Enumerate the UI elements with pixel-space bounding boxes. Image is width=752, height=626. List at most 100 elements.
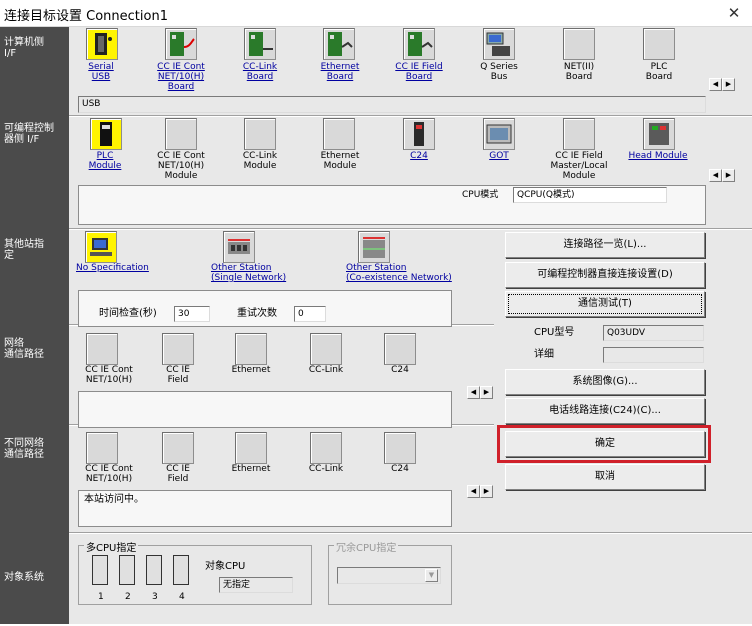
network-route-ethernet-icon[interactable]	[235, 333, 267, 365]
no-specification-icon[interactable]	[85, 231, 117, 263]
diff-route-c24-icon[interactable]	[384, 432, 416, 464]
network-route-scroll-right-button[interactable]: ▶	[480, 386, 493, 399]
plc-if-scroll-left-button[interactable]: ◀	[709, 169, 722, 182]
plc-if-label[interactable]: GOT	[470, 151, 528, 161]
sidebar-label-target-system: 对象系统	[4, 572, 44, 583]
cc-ie-cont-module-icon[interactable]	[165, 118, 197, 150]
pc-if-label[interactable]: PLC Board	[630, 62, 688, 82]
plc-if-label[interactable]: CC IE Field Master/Local Module	[541, 151, 617, 181]
cpu-slot-4-icon[interactable]	[173, 555, 189, 585]
ethernet-module-icon[interactable]	[323, 118, 355, 150]
pc-if-label[interactable]: NET(II) Board	[550, 62, 608, 82]
pc-if-label[interactable]: CC IE Cont NET/10(H) Board	[148, 62, 214, 92]
cc-ie-field-master-icon[interactable]	[563, 118, 595, 150]
net-ii-board-icon[interactable]	[563, 28, 595, 60]
network-route-c24-icon[interactable]	[384, 333, 416, 365]
other-station-label[interactable]: Other Station (Co-existence Network)	[346, 263, 478, 283]
system-image-button[interactable]: 系统图像(G)...	[505, 369, 705, 395]
diff-route-label[interactable]: Ethernet	[222, 464, 280, 474]
comm-test-button[interactable]: 通信测试(T)	[505, 291, 705, 317]
pc-if-detail-field: USB	[78, 96, 706, 113]
close-button[interactable]: ✕	[722, 3, 746, 23]
plc-if-label[interactable]: Ethernet Module	[310, 151, 370, 171]
cc-ie-field-board-icon[interactable]	[403, 28, 435, 60]
network-route-label[interactable]: CC-Link	[297, 365, 355, 375]
diff-route-cc-link-icon[interactable]	[310, 432, 342, 464]
diff-route-cc-ie-cont-icon[interactable]	[86, 432, 118, 464]
divider	[69, 115, 752, 117]
title-bar: 连接目标设置 Connection1 ✕	[0, 0, 752, 27]
cpu-slot-label: 4	[179, 592, 185, 602]
pc-if-label[interactable]: Serial USB	[78, 62, 124, 82]
diff-route-scroll-left-button[interactable]: ◀	[467, 485, 480, 498]
network-route-cc-ie-field-icon[interactable]	[162, 333, 194, 365]
target-cpu-field: 无指定	[219, 577, 293, 593]
diff-route-status-text: 本站访问中。	[84, 494, 144, 505]
target-cpu-label: 对象CPU	[205, 561, 246, 572]
other-station-label[interactable]: No Specification	[76, 263, 174, 273]
diff-route-label[interactable]: CC-Link	[297, 464, 355, 474]
cpu-slot-1-icon[interactable]	[92, 555, 108, 585]
pc-if-scroll-left-button[interactable]: ◀	[709, 78, 722, 91]
network-route-cc-ie-cont-icon[interactable]	[86, 333, 118, 365]
pc-if-label[interactable]: Ethernet Board	[310, 62, 370, 82]
other-station-single-icon[interactable]	[223, 231, 255, 263]
route-list-button[interactable]: 连接路径一览(L)...	[505, 232, 705, 258]
other-station-label[interactable]: Other Station (Single Network)	[211, 263, 307, 283]
sidebar-label-network-route: 网络 通信路径	[4, 338, 44, 360]
c24-icon[interactable]	[403, 118, 435, 150]
ok-button-highlight	[497, 425, 711, 463]
sidebar-label-diff-network-route: 不同网络 通信路径	[4, 438, 44, 460]
diff-route-label[interactable]: C24	[371, 464, 429, 474]
time-check-label: 时间检查(秒)	[99, 308, 157, 319]
got-icon[interactable]	[483, 118, 515, 150]
time-check-input[interactable]: 30	[174, 306, 210, 322]
sidebar-label-other-station: 其他站指 定	[4, 239, 44, 261]
q-series-bus-icon[interactable]	[483, 28, 515, 60]
diff-route-cc-ie-field-icon[interactable]	[162, 432, 194, 464]
ethernet-board-icon[interactable]	[323, 28, 355, 60]
plc-if-label[interactable]: CC-Link Module	[230, 151, 290, 171]
plc-module-icon[interactable]	[90, 118, 122, 150]
network-route-label[interactable]: CC IE Cont NET/10(H)	[76, 365, 142, 385]
network-route-detail-box	[78, 391, 452, 428]
plc-board-icon[interactable]	[643, 28, 675, 60]
network-route-scroll-left-button[interactable]: ◀	[467, 386, 480, 399]
cc-link-module-icon[interactable]	[244, 118, 276, 150]
pc-if-label[interactable]: CC-Link Board	[230, 62, 290, 82]
plc-if-scroll-right-button[interactable]: ▶	[722, 169, 735, 182]
cpu-slot-2-icon[interactable]	[119, 555, 135, 585]
pc-if-label[interactable]: Q Series Bus	[470, 62, 528, 82]
multi-cpu-group	[78, 545, 312, 605]
cpu-model-field: Q03UDV	[603, 325, 704, 341]
phone-line-button[interactable]: 电话线路连接(C24)(C)...	[505, 398, 705, 424]
direct-connect-button[interactable]: 可编程控制器直接连接设置(D)	[505, 262, 705, 288]
diff-route-label[interactable]: CC IE Field	[150, 464, 206, 484]
sidebar: 计算机侧 I/F 可编程控制 器侧 I/F 其他站指 定 网络 通信路径 不同网…	[0, 27, 69, 624]
network-route-label[interactable]: Ethernet	[222, 365, 280, 375]
redundant-cpu-group-label: 冗余CPU指定	[334, 539, 399, 554]
serial-usb-icon[interactable]	[86, 28, 118, 60]
network-route-cc-link-icon[interactable]	[310, 333, 342, 365]
network-route-label[interactable]: C24	[371, 365, 429, 375]
retry-count-input[interactable]: 0	[294, 306, 326, 322]
head-module-icon[interactable]	[643, 118, 675, 150]
diff-route-scroll-right-button[interactable]: ▶	[480, 485, 493, 498]
plc-if-label[interactable]: Head Module	[620, 151, 696, 161]
diff-route-label[interactable]: CC IE Cont NET/10(H)	[76, 464, 142, 484]
cc-link-board-icon[interactable]	[244, 28, 276, 60]
redundant-cpu-dropdown-icon[interactable]: ▼	[425, 569, 438, 582]
other-station-coexist-icon[interactable]	[358, 231, 390, 263]
cancel-button[interactable]: 取消	[505, 464, 705, 490]
plc-if-label[interactable]: C24	[390, 151, 448, 161]
pc-if-label[interactable]: CC IE Field Board	[383, 62, 455, 82]
diff-route-ethernet-icon[interactable]	[235, 432, 267, 464]
cpu-mode-field[interactable]: QCPU(Q模式)	[513, 187, 667, 203]
retry-count-label: 重试次数	[237, 308, 277, 319]
cpu-slot-3-icon[interactable]	[146, 555, 162, 585]
plc-if-label[interactable]: PLC Module	[82, 151, 128, 171]
plc-if-label[interactable]: CC IE Cont NET/10(H) Module	[148, 151, 214, 181]
cc-ie-cont-board-icon[interactable]	[165, 28, 197, 60]
pc-if-scroll-right-button[interactable]: ▶	[722, 78, 735, 91]
network-route-label[interactable]: CC IE Field	[150, 365, 206, 385]
